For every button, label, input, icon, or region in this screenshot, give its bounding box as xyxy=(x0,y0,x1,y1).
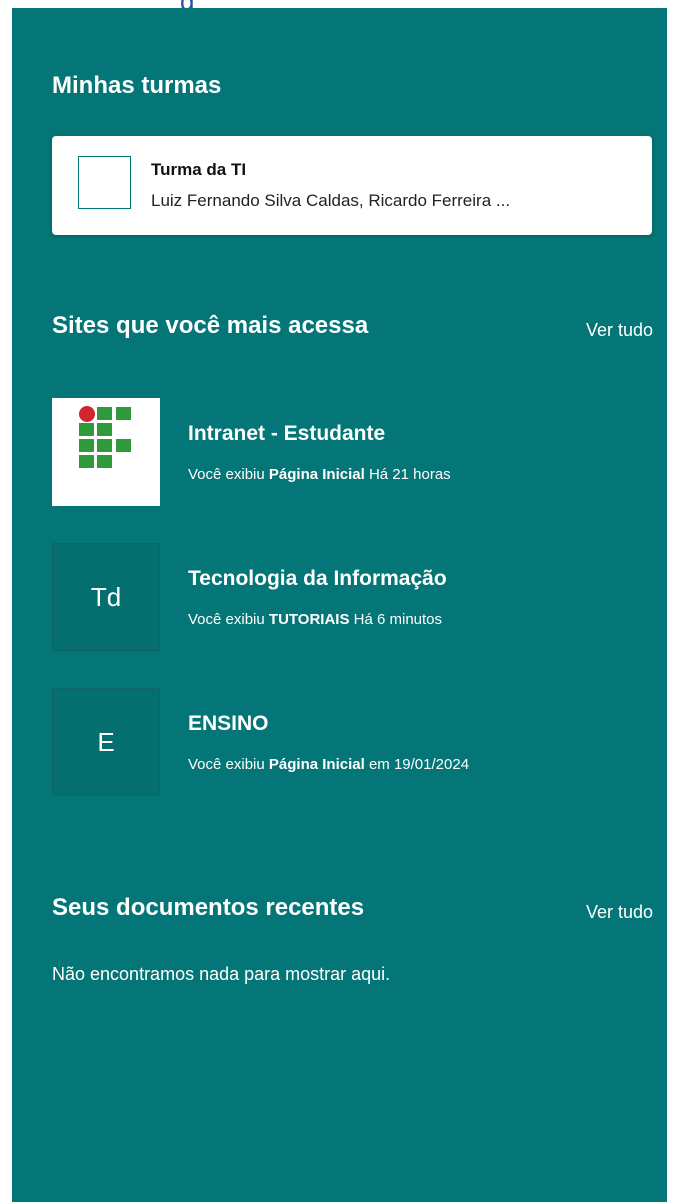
site-name: Tecnologia da Informação xyxy=(188,567,447,590)
class-members: Luiz Fernando Silva Caldas, Ricardo Ferr… xyxy=(151,191,511,210)
site-logo xyxy=(52,398,160,506)
site-name: Intranet - Estudante xyxy=(188,422,386,445)
class-name: Turma da TI xyxy=(151,160,247,179)
site-activity: Você exibiu Página Inicial Há 21 horas xyxy=(188,466,451,483)
recent-documents-see-all-link[interactable]: Ver tudo xyxy=(586,902,653,923)
site-activity: Você exibiu TUTORIAIS Há 6 minutos xyxy=(188,611,443,628)
site-name: ENSINO xyxy=(188,712,269,735)
site-item-ensino[interactable]: E ENSINO Você exibiu Página Inicial em 1… xyxy=(52,688,652,798)
home-panel: Minhas turmas Turma da TI Luiz Fernando … xyxy=(12,8,667,1202)
class-thumbnail xyxy=(78,156,131,209)
frequent-sites-title: Sites que você mais acessa xyxy=(52,312,369,339)
recent-documents-empty-message: Não encontramos nada para mostrar aqui. xyxy=(52,964,391,984)
frequent-sites-see-all-link[interactable]: Ver tudo xyxy=(586,320,653,341)
site-item-tecnologia-da-informacao[interactable]: Td Tecnologia da Informação Você exibiu … xyxy=(52,543,652,653)
site-activity: Você exibiu Página Inicial em 19/01/2024 xyxy=(188,756,470,773)
my-classes-title: Minhas turmas xyxy=(52,72,222,99)
site-item-intranet[interactable]: Intranet - Estudante Você exibiu Página … xyxy=(52,398,652,508)
recent-documents-title: Seus documentos recentes xyxy=(52,894,365,921)
ifpb-logo-icon xyxy=(79,406,131,468)
site-initials-tile: E xyxy=(52,688,160,796)
site-initials-tile: Td xyxy=(52,543,160,651)
class-card[interactable]: Turma da TI Luiz Fernando Silva Caldas, … xyxy=(52,136,652,235)
